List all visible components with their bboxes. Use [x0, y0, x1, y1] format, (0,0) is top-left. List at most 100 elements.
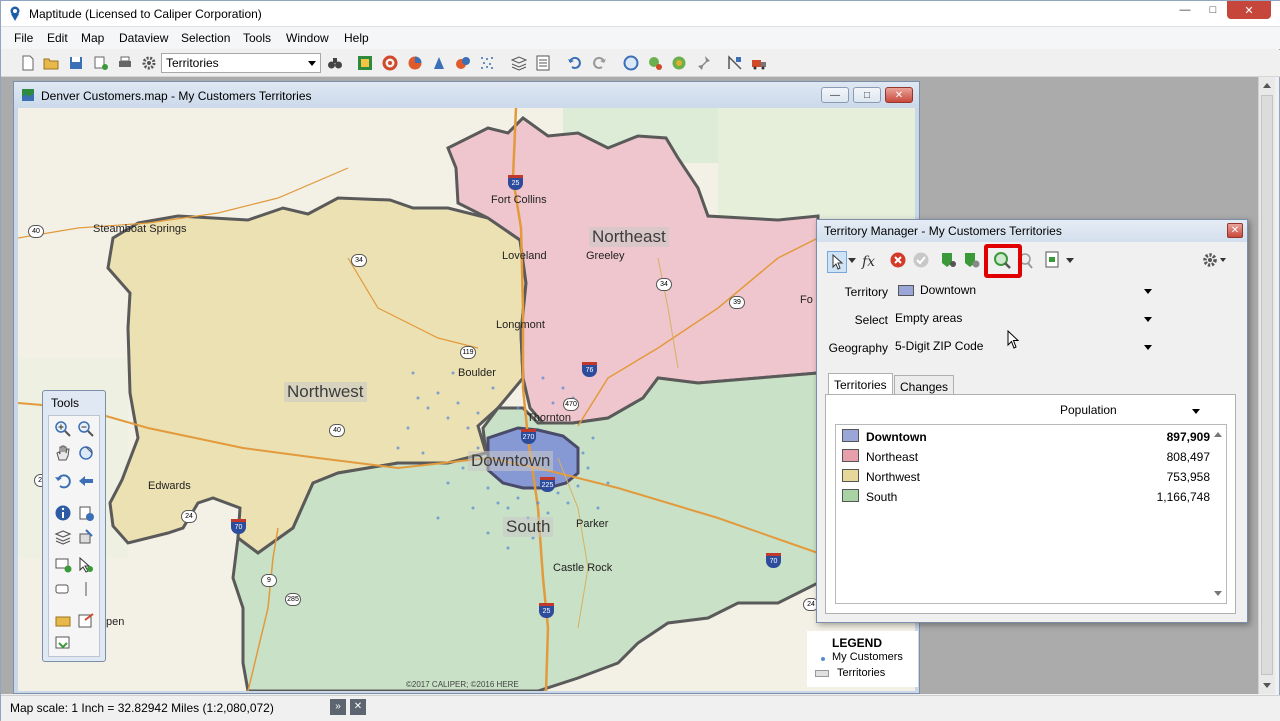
print-setup-icon[interactable] — [93, 55, 109, 71]
interstate-shield: 25 — [539, 603, 554, 618]
list-item[interactable]: Northwest 753,958 — [836, 466, 1210, 486]
export-icon[interactable] — [77, 612, 95, 630]
menu-dataview[interactable]: Dataview — [119, 31, 168, 45]
zoom-in-icon[interactable] — [54, 420, 72, 438]
menu-help[interactable]: Help — [344, 31, 369, 45]
legend-item-territories: Territories — [837, 667, 886, 679]
pointer-select-icon[interactable] — [77, 556, 95, 574]
map-copyright: ©2017 CALIPER; ©2016 HERE — [406, 680, 519, 689]
dropdown-arrow-icon[interactable] — [1066, 258, 1074, 264]
layer-select[interactable]: Territories — [161, 53, 321, 73]
interstate-shield: 25 — [508, 175, 523, 190]
territory-add-icon[interactable] — [940, 251, 958, 269]
formula-icon[interactable]: fx — [860, 252, 880, 270]
menu-map[interactable]: Map — [81, 31, 104, 45]
list-item[interactable]: South 1,166,748 — [836, 486, 1210, 506]
route-icon[interactable] — [727, 55, 743, 71]
add-point-icon[interactable] — [54, 556, 72, 574]
zoom-territory-highlight — [984, 244, 1022, 278]
ruler-icon[interactable] — [77, 580, 95, 598]
legend-tool-icon[interactable] — [54, 612, 72, 630]
minimize-button[interactable]: — — [1171, 1, 1199, 19]
print-map-icon[interactable] — [54, 634, 72, 652]
tab-territories[interactable]: Territories — [828, 373, 893, 396]
menu-window[interactable]: Window — [286, 31, 329, 45]
select-tool-icon[interactable] — [77, 528, 95, 546]
layers-tool-icon[interactable] — [54, 528, 72, 546]
undo-view-icon[interactable] — [54, 472, 72, 490]
column-select[interactable]: Population — [1057, 401, 1206, 421]
close-button[interactable]: ✕ — [1227, 1, 1271, 19]
info-icon[interactable] — [54, 504, 72, 522]
label-icon[interactable] — [54, 580, 72, 598]
tools-palette[interactable]: Tools — [42, 390, 106, 662]
interstate-shield: 70 — [231, 519, 246, 534]
territory-manager-close-button[interactable]: ✕ — [1227, 223, 1243, 238]
pan-icon[interactable] — [54, 444, 72, 462]
map-minimize-button[interactable]: — — [821, 87, 849, 103]
territory-manager-titlebar[interactable]: Territory Manager - My Customers Territo… — [817, 220, 1247, 242]
color-swatch — [842, 429, 859, 442]
status-bar: Map scale: 1 Inch = 32.82942 Miles (1:2,… — [1, 695, 1280, 721]
tools-body — [48, 415, 100, 657]
place-castle-rock: Castle Rock — [553, 562, 613, 574]
binoculars-icon[interactable] — [327, 55, 343, 71]
map-canvas[interactable]: Northeast Northwest Downtown South Fort … — [18, 108, 915, 691]
menu-tools[interactable]: Tools — [243, 31, 271, 45]
pushpin-icon[interactable] — [695, 55, 711, 71]
map-maximize-button[interactable]: □ — [853, 87, 881, 103]
legend-icon[interactable] — [535, 55, 551, 71]
place-boulder: Boulder — [458, 367, 496, 379]
undo-icon[interactable] — [567, 55, 583, 71]
select-tool-icon[interactable] — [827, 251, 847, 273]
back-icon[interactable] — [77, 472, 95, 490]
delivery-icon[interactable] — [751, 55, 767, 71]
highway-shield: 39 — [729, 296, 745, 309]
list-item[interactable]: Downtown 897,909 — [836, 426, 1210, 446]
scatter-icon[interactable] — [479, 55, 495, 71]
theme-icon[interactable] — [455, 55, 471, 71]
territory-select[interactable]: Downtown — [892, 281, 1157, 301]
dropdown-arrow-icon[interactable] — [848, 258, 856, 264]
status-close-button[interactable]: ✕ — [350, 699, 366, 715]
select-dropdown[interactable]: Empty areas — [892, 309, 1157, 329]
map-window-titlebar[interactable]: Denver Customers.map - My Customers Terr… — [14, 82, 919, 108]
dot-density-icon[interactable] — [431, 55, 447, 71]
delete-icon[interactable] — [890, 252, 906, 268]
rotate-icon[interactable] — [77, 444, 95, 462]
menu-edit[interactable]: Edit — [47, 31, 68, 45]
settings-icon[interactable] — [141, 55, 157, 71]
maximize-button[interactable]: □ — [1199, 1, 1227, 19]
highway-shield: 119 — [460, 346, 476, 359]
territory-list[interactable]: Downtown 897,909 Northeast 808,497 North… — [835, 424, 1227, 604]
redo-icon[interactable] — [591, 55, 607, 71]
save-icon[interactable] — [68, 55, 84, 71]
print-icon[interactable] — [117, 55, 133, 71]
locate-icon[interactable] — [647, 55, 663, 71]
zoom-out-icon[interactable] — [77, 420, 95, 438]
map-window[interactable]: Denver Customers.map - My Customers Terr… — [13, 81, 920, 694]
report-icon[interactable] — [1045, 251, 1061, 269]
new-icon[interactable] — [20, 55, 36, 71]
select-info-icon[interactable] — [77, 504, 95, 522]
gear-icon[interactable] — [1201, 251, 1227, 269]
accept-icon[interactable] — [913, 252, 929, 268]
territory-icon[interactable] — [671, 55, 687, 71]
menu-file[interactable]: File — [14, 31, 33, 45]
color-swatch — [842, 469, 859, 482]
color-theme-icon[interactable] — [382, 55, 398, 71]
geography-select[interactable]: 5-Digit ZIP Code — [892, 337, 1157, 357]
chart-icon[interactable] — [357, 55, 373, 71]
layers-icon[interactable] — [511, 55, 527, 71]
menu-selection[interactable]: Selection — [181, 31, 230, 45]
territory-settings-icon[interactable] — [963, 251, 981, 269]
globe-icon[interactable] — [623, 55, 639, 71]
pie-icon[interactable] — [407, 55, 423, 71]
list-item[interactable]: Northeast 808,497 — [836, 446, 1210, 466]
map-close-button[interactable]: ✕ — [885, 87, 913, 103]
list-scrollbar[interactable] — [1210, 425, 1226, 603]
workspace-scrollbar[interactable] — [1258, 77, 1275, 694]
open-icon[interactable] — [43, 55, 59, 71]
status-expand-button[interactable]: » — [330, 699, 346, 715]
territory-label-downtown: Downtown — [468, 451, 554, 471]
